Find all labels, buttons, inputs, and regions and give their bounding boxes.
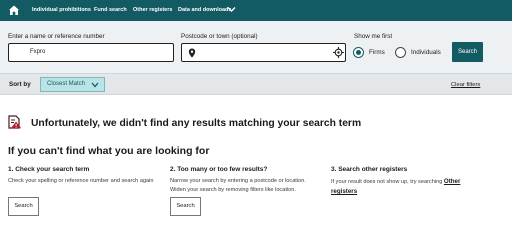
sort-bar: Sort by Closest Match Clear filters	[0, 73, 512, 95]
help-col-3-title: 3. Search other registers	[331, 166, 408, 173]
nav-other-registers[interactable]: Other registers	[133, 6, 172, 14]
home-icon[interactable]	[8, 4, 20, 16]
postcode-field-label: Postcode or town (optional)	[181, 33, 258, 40]
individuals-radio-label[interactable]: Individuals	[411, 49, 441, 57]
sort-label: Sort by	[9, 81, 31, 88]
help-col-2-title: 2. Too many or too few results?	[170, 166, 268, 173]
no-results-message: Unfortunately, we didn't find any result…	[31, 118, 362, 129]
help-col-3-text: If your result does not show up, try sea…	[331, 177, 479, 197]
help-col-2-search-button[interactable]: Search	[170, 197, 201, 216]
sort-select[interactable]: Closest Match	[40, 77, 105, 92]
nav-individual-prohibitions[interactable]: Individual prohibitions	[32, 6, 91, 14]
show-me-first-label: Show me first	[354, 33, 393, 40]
help-col-1-search-button[interactable]: Search	[8, 197, 39, 216]
location-pin-icon	[188, 48, 196, 58]
help-col-1-text: Check your spelling or reference number …	[8, 178, 154, 184]
search-button[interactable]: Search	[452, 42, 483, 62]
nav-fund-search[interactable]: Fund search	[94, 6, 127, 14]
sort-select-value: Closest Match	[47, 81, 86, 87]
firms-radio-label[interactable]: Firms	[369, 49, 385, 57]
individuals-radio[interactable]	[395, 47, 406, 58]
firms-radio[interactable]	[353, 47, 364, 58]
name-search-value: Fxpro	[30, 49, 46, 55]
help-col-1-title: 1. Check your search term	[8, 166, 90, 173]
chevron-down-icon[interactable]	[227, 6, 236, 13]
crosshair-icon[interactable]	[333, 47, 344, 58]
top-nav: Individual prohibitions Fund search Othe…	[0, 0, 512, 21]
name-search-input[interactable]: Fxpro	[8, 43, 174, 62]
chevron-down-icon	[91, 82, 99, 88]
postcode-input[interactable]	[181, 43, 346, 62]
nav-data-and-downloads[interactable]: Data and downloads	[178, 6, 231, 14]
warning-document-icon	[8, 115, 22, 129]
help-col-3-text-body: If your result does not show up, try sea…	[331, 179, 443, 185]
name-field-label: Enter a name or reference number	[8, 33, 105, 40]
help-section-title: If you can't find what you are looking f…	[8, 145, 210, 157]
clear-filters-link[interactable]: Clear filters	[451, 82, 480, 88]
help-col-2-text: Narrow your search by entering a postcod…	[170, 178, 306, 193]
